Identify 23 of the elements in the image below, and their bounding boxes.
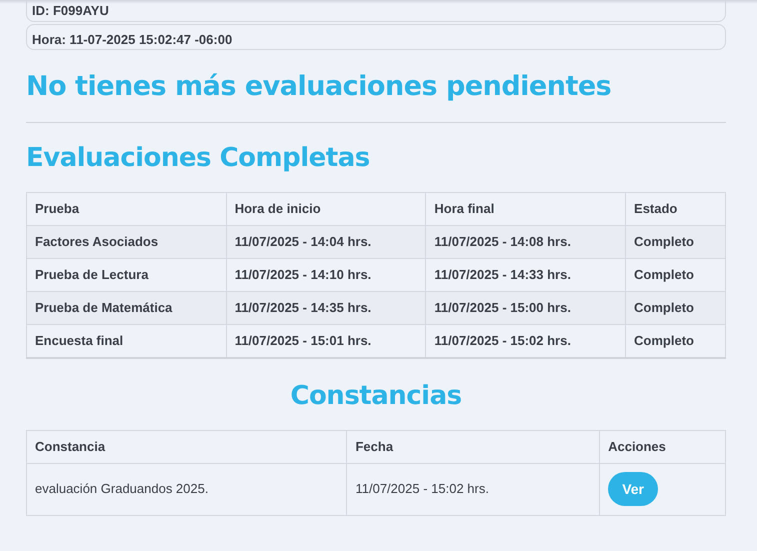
heading: Constancias [289,380,463,412]
column-header: Fecha [346,430,600,463]
view-button[interactable]: Ver [608,472,658,506]
table-cell: 11/07/2025 - 14:04 hrs. [226,226,426,258]
table-cell: Prueba de Matemática [26,292,226,324]
info-text: ID: F099AYU [26,0,726,22]
table-cell: 11/07/2025 - 14:08 hrs. [426,226,626,258]
column-header: Hora de inicio [226,192,426,226]
heading: No tienes más evaluaciones pendientes [26,70,612,104]
table-cell: 11/07/2025 - 14:35 hrs. [226,292,426,324]
table-cell: 11/07/2025 - 15:02 hrs. [346,463,600,515]
table-cell: Completo [626,292,726,324]
table-cell: 11/07/2025 - 15:00 hrs. [426,292,626,324]
table-cell: evaluación Graduandos 2025. [26,463,347,515]
column-header: Constancia [26,430,347,463]
table-cell: Encuesta final [26,324,226,358]
info-text: Hora: 11-07-2025 15:02:47 -06:00 [26,24,726,50]
column-header: Hora final [426,192,626,226]
column-header: Acciones [600,430,726,463]
column-header: Prueba [26,192,226,226]
table-cell: Completo [626,226,726,258]
heading: Evaluaciones Completas [26,142,371,175]
table-cell: Factores Asociados [26,226,226,258]
